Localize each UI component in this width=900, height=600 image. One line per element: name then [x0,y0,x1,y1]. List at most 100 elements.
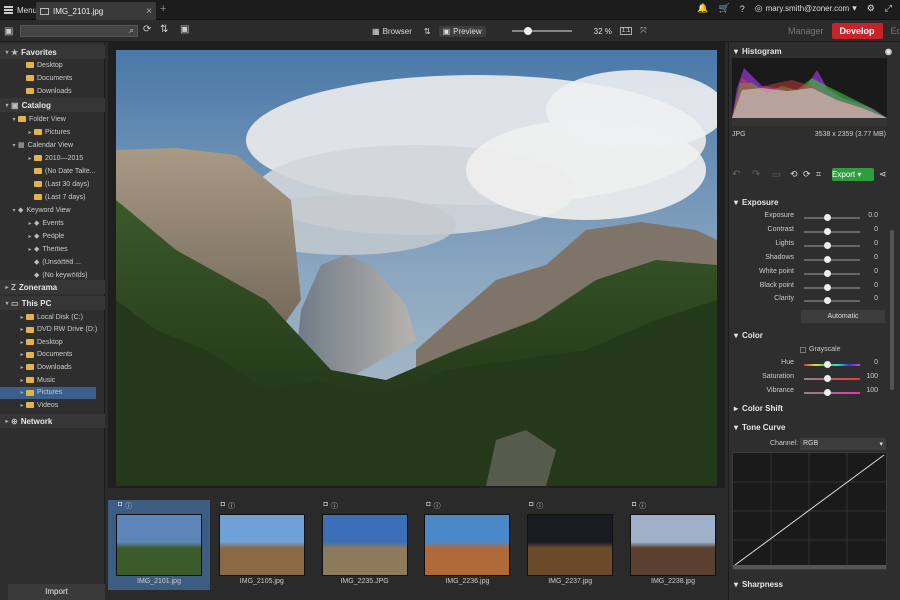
nav-keyword-item[interactable]: ▸ ◆ Themes 1 [0,243,67,255]
browser-button[interactable]: ▦ Browser [368,26,416,37]
export-button[interactable]: Export ▾ [832,168,874,181]
channel-select[interactable]: RGB ▾ [800,438,886,450]
new-tab-button[interactable]: + [160,3,166,15]
nav-favorite-item[interactable]: Desktop [0,59,63,71]
preview-button[interactable]: ▣ Preview [438,25,486,37]
slider-track[interactable] [804,214,860,221]
main-photo[interactable] [116,50,717,486]
folder-icon[interactable]: ▣ [4,26,13,37]
settings-icon[interactable]: ⚙ [867,3,875,14]
sort-icon[interactable]: ⇅ [424,27,431,36]
import-button[interactable]: Import [8,584,105,600]
exposure-header[interactable]: ▾ Exposure [728,195,892,209]
nav-keyword-item[interactable]: ▸ ◆ People 9 [0,230,64,242]
chevron-right-icon[interactable]: ▸ [18,339,26,346]
nav-pc-item[interactable]: ▸ Pictures [0,386,96,399]
menu-button[interactable]: Menu [4,4,37,16]
nav-keyword-view[interactable]: ▾ ◆ Keyword View [0,204,70,216]
chevron-right-icon[interactable]: ▸ [26,246,34,253]
slider-track[interactable] [804,283,860,291]
color-header[interactable]: ▾ Color [728,328,892,342]
nav-folder-view[interactable]: ▾ Folder View [0,113,65,125]
grayscale-checkbox[interactable] [800,346,806,353]
crop-icon[interactable]: ⌗ [816,169,821,180]
slider-track[interactable] [804,269,860,277]
path-input[interactable] [20,25,138,37]
help-icon[interactable]: ? [740,4,745,14]
filmstrip-thumb[interactable]: ◘ ⓘ IMG_2105.jpg [211,500,313,590]
compare-icon[interactable]: ▭ [772,169,781,180]
fit-icon[interactable]: ⤧ [640,26,646,36]
rotate-left-icon[interactable]: ⟲ [790,169,798,180]
filmstrip-thumb[interactable]: ◘ ⓘ IMG_2235.JPG [314,500,416,590]
fullscreen-icon[interactable]: ⤢ [885,3,892,14]
slider-track[interactable] [804,227,860,235]
zoom-slider-knob[interactable] [523,27,532,35]
nav-calendar-view[interactable]: ▾ ▦ Calendar View [0,139,73,151]
slider-knob[interactable] [824,361,831,368]
share-icon[interactable]: ⋖ [879,169,887,180]
filmstrip-thumb[interactable]: ◘ ⓘ IMG_2236.jpg [416,500,518,590]
undo-icon[interactable]: ↶ [732,169,740,180]
mode-manager[interactable]: Manager [780,23,832,39]
chevron-right-icon[interactable]: ▸ [18,364,26,371]
slider-knob[interactable] [824,297,831,305]
nav-pc-item[interactable]: ▸ Local Disk (C:) [0,311,82,323]
slider-knob[interactable] [824,227,831,235]
nav-pc-item[interactable]: ▸ Music [0,374,55,386]
nav-favorite-item[interactable]: Downloads [0,85,72,97]
chevron-right-icon[interactable]: ▾ [3,49,11,56]
chevron-right-icon[interactable]: ▸ [18,314,26,321]
slider-knob[interactable] [824,374,831,382]
nav-network[interactable]: ▸ ⊕ Network [0,414,105,428]
chevron-right-icon[interactable]: ▸ [26,233,34,240]
chevron-right-icon[interactable]: ▸ [26,129,34,136]
redo-icon[interactable]: ↷ [752,169,760,180]
actual-size-icon[interactable]: 1:1 [619,27,633,35]
zoom-slider[interactable] [511,27,572,35]
nav-keyword-item[interactable]: ▸ ◆ Events [0,217,63,229]
rotate-right-icon[interactable]: ⟳ [803,169,811,180]
slider-track[interactable] [804,388,860,396]
chevron-right-icon[interactable]: ▸ [18,351,26,358]
sharpness-header[interactable]: ▾ Sharpness [728,577,892,591]
slider-track[interactable] [804,297,860,305]
sort-icon[interactable]: ⇅ [160,24,168,35]
chevron-right-icon[interactable]: ▸ [18,402,26,409]
nav-folder-item[interactable]: ▸ Pictures [0,126,70,138]
chevron-right-icon[interactable]: ▸ [3,418,11,425]
slider-knob[interactable] [824,269,831,277]
notification-icon[interactable]: 🔔 [697,3,708,14]
cart-icon[interactable]: 🛒 [719,3,730,14]
filmstrip-thumb[interactable]: ◘ ⓘ IMG_2238.jpg [622,500,724,590]
chevron-down-icon[interactable]: ▾ [10,142,18,149]
chevron-right-icon[interactable]: ▸ [18,377,26,384]
clipping-icon[interactable]: ◉ [885,47,892,56]
chevron-right-icon[interactable]: ▾ [3,102,11,109]
chevron-right-icon[interactable]: ▸ [26,220,34,227]
color-shift-header[interactable]: ▸ Color Shift [728,401,892,415]
nav-pc-item[interactable]: ▸ Desktop [0,336,62,348]
nav-pc-item[interactable]: ▸ DVD RW Drive (D:) [0,324,97,336]
nav-pc-item[interactable]: ▸ Documents [0,349,72,361]
filmstrip-thumb[interactable]: ◘ ⓘ IMG_2101.jpg [108,500,210,590]
automatic-button[interactable]: Automatic [801,310,885,323]
tone-curve-header[interactable]: ▾ Tone Curve [728,420,892,434]
nav-pc-item[interactable]: ▸ Downloads [0,361,71,373]
close-icon[interactable]: × [146,6,152,17]
nav-zonerama[interactable]: ▸ Z Zonerama [0,280,105,294]
nav-calendar-item[interactable]: (Last 7 days) [0,191,85,203]
grayscale-option[interactable]: Grayscale [800,346,841,353]
refresh-icon[interactable]: ⟳ [143,24,151,35]
mode-develop[interactable]: Develop [831,23,883,39]
chevron-down-icon[interactable]: ▾ [3,300,11,307]
add-folder-icon[interactable]: ▣ [180,24,189,35]
filmstrip-thumb[interactable]: ◘ ⓘ IMG_2237.jpg [519,500,621,590]
chevron-right-icon[interactable]: ▸ [18,389,26,396]
chevron-down-icon[interactable]: ▾ [10,207,18,214]
slider-track[interactable] [804,255,860,263]
chevron-down-icon[interactable]: ▾ [10,116,18,123]
document-tab[interactable]: IMG_2101.jpg × [36,2,156,20]
nav-keyword-item[interactable]: ◆ (Unsorted ... 1587 [0,256,81,268]
nav-calendar-item[interactable]: (No Date Take... 8 [0,165,95,177]
